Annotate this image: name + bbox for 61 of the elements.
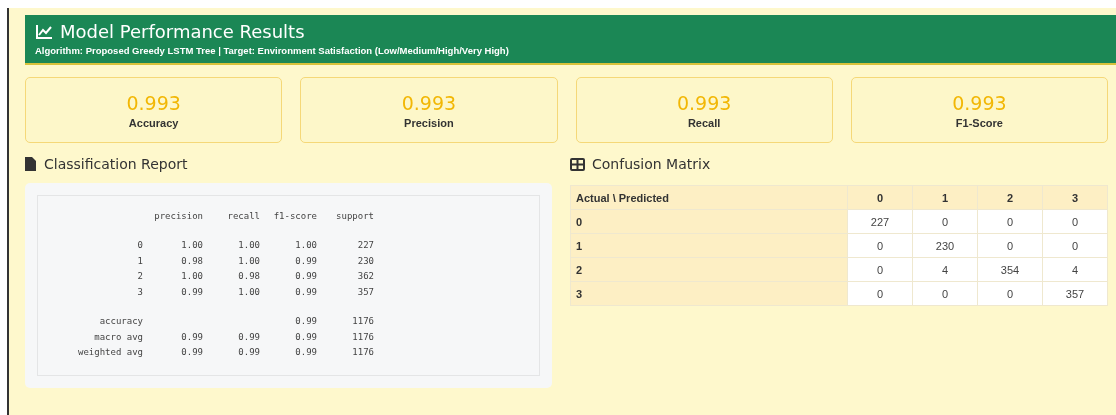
report-value: 0.99 — [294, 347, 317, 358]
report-value: 0.99 — [237, 331, 260, 342]
table-icon — [570, 157, 585, 171]
column-header: f1-score — [272, 210, 317, 221]
report-value: 357 — [356, 286, 374, 297]
row-header: 1 — [570, 233, 848, 258]
report-value: 0.98 — [237, 271, 260, 282]
report-value: 0.99 — [237, 347, 260, 358]
table-header: Actual \ Predicted — [570, 185, 848, 210]
row-header: 0 — [570, 209, 848, 234]
report-value: 0.99 — [180, 286, 203, 297]
row-label: 3 — [136, 286, 143, 297]
report-value: 0.99 — [294, 331, 317, 342]
document-icon — [25, 157, 36, 171]
table-header: 1 — [912, 185, 978, 210]
report-value: 1.00 — [237, 286, 260, 297]
section-title: Confusion Matrix — [592, 156, 711, 172]
report-value: 0.99 — [294, 271, 317, 282]
report-value: 0.99 — [294, 286, 317, 297]
row-header: 3 — [570, 281, 848, 306]
report-value: 0.99 — [180, 347, 203, 358]
column-header: support — [335, 210, 374, 221]
report-value: 1176 — [351, 316, 374, 327]
metric-label: Precision — [404, 116, 454, 129]
report-value: 0.98 — [180, 255, 203, 266]
report-value: 230 — [356, 255, 374, 266]
metric-value: 0.993 — [401, 91, 457, 114]
report-value: 1.00 — [237, 240, 260, 251]
report-value: 362 — [356, 271, 374, 282]
row-label: 1 — [136, 255, 143, 266]
row-header: 2 — [570, 257, 848, 282]
report-value: 0.99 — [294, 316, 317, 327]
metric-value: 0.993 — [126, 91, 181, 114]
column-header: precision — [153, 210, 203, 221]
metric-label: Recall — [687, 116, 721, 129]
report-value: 227 — [356, 240, 374, 251]
report-value: 1.00 — [294, 240, 317, 251]
table-header: 0 — [847, 185, 913, 210]
section-title: Classification Report — [44, 156, 188, 172]
line-chart-icon — [35, 23, 53, 40]
report-value: 1176 — [351, 347, 374, 358]
report-value: 1.00 — [237, 255, 260, 266]
report-value: 1.00 — [180, 240, 203, 251]
subtitle: Algorithm: Proposed Greedy LSTM Tree | Target: Environment Satisfaction (Low/Medium/High/Very High) — [35, 45, 510, 56]
row-label: macro avg — [93, 331, 143, 342]
page-title: Model Performance Results — [60, 21, 305, 42]
row-label: 0 — [136, 240, 143, 251]
row-label: 2 — [136, 271, 143, 282]
table-header: 3 — [1042, 185, 1108, 210]
report-value: 1176 — [351, 331, 374, 342]
row-label: accuracy — [98, 316, 143, 327]
row-label: weighted avg — [76, 347, 143, 358]
table-header: 2 — [977, 185, 1043, 210]
report-value: 0.99 — [180, 331, 203, 342]
metric-value: 0.993 — [952, 91, 1007, 114]
metric-value: 0.993 — [676, 91, 732, 114]
metric-label: Accuracy — [128, 116, 179, 129]
report-value: 0.99 — [294, 255, 317, 266]
column-header: recall — [226, 210, 260, 221]
metric-label: F1-Score — [955, 116, 1003, 129]
report-value: 1.00 — [180, 271, 203, 282]
